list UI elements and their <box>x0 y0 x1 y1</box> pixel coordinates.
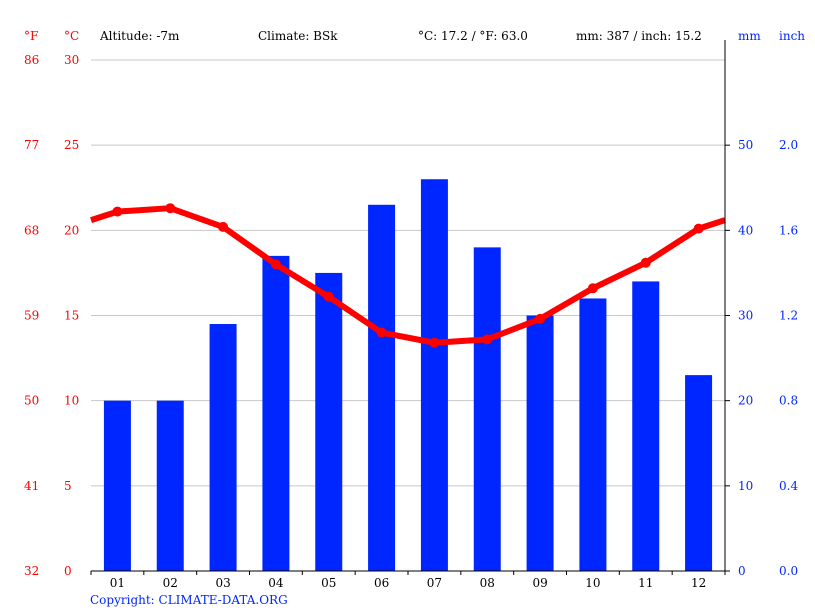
x-tick-label: 01 <box>110 576 125 590</box>
x-tick-label: 07 <box>427 576 442 590</box>
tick-label-f: 32 <box>24 564 39 578</box>
climate-label: Climate: BSk <box>258 29 338 43</box>
avg-temp-label: °C: 17.2 / °F: 63.0 <box>418 29 528 43</box>
temperature-point <box>535 313 546 324</box>
x-tick-label: 03 <box>215 576 230 590</box>
precip-bar <box>368 204 396 572</box>
precip-bar <box>315 272 343 571</box>
tick-label-inch: 1.2 <box>779 309 798 323</box>
precip-bar <box>473 247 501 571</box>
precip-bar <box>632 281 660 571</box>
unit-f-label: °F <box>24 29 38 43</box>
precip-bar <box>526 315 554 571</box>
tick-label-c: 10 <box>64 394 79 408</box>
tick-label-inch: 1.6 <box>779 223 798 237</box>
precip-total-label: mm: 387 / inch: 15.2 <box>576 29 702 43</box>
tick-label-inch: 0.0 <box>779 564 798 578</box>
x-tick-label: 10 <box>585 576 600 590</box>
x-tick-label: 09 <box>532 576 547 590</box>
precip-bar <box>685 375 713 571</box>
x-tick-label: 06 <box>374 576 389 590</box>
x-tick-label: 04 <box>268 576 284 590</box>
precip-bar <box>262 255 290 571</box>
temperature-point <box>270 259 281 270</box>
temperature-point <box>587 283 598 294</box>
unit-c-label: °C <box>64 29 79 43</box>
x-tick-label: 05 <box>321 576 336 590</box>
tick-label-f: 50 <box>24 394 39 408</box>
tick-label-mm: 20 <box>738 394 753 408</box>
precip-bar <box>209 324 237 571</box>
tick-label-f: 68 <box>24 223 39 237</box>
temperature-line <box>90 205 726 346</box>
x-tick-label: 11 <box>638 576 653 590</box>
tick-label-inch: 0.8 <box>779 394 798 408</box>
temperature-point <box>376 327 387 338</box>
temperature-point <box>482 334 493 345</box>
tick-label-mm: 40 <box>738 223 753 237</box>
temperature-point <box>218 221 229 232</box>
tick-label-c: 25 <box>64 138 79 152</box>
temperature-point <box>165 203 176 214</box>
temperature-point <box>429 337 440 348</box>
temperature-point <box>112 206 123 217</box>
tick-label-c: 5 <box>64 479 72 493</box>
tick-label-c: 20 <box>64 223 79 237</box>
copyright-link[interactable]: Copyright: CLIMATE-DATA.ORG <box>90 593 288 607</box>
tick-label-f: 77 <box>24 138 39 152</box>
unit-inch-label: inch <box>779 29 805 43</box>
x-tick-label: 12 <box>691 576 706 590</box>
tick-label-mm: 50 <box>738 138 753 152</box>
precip-bar <box>420 179 448 571</box>
tick-label-inch: 2.0 <box>779 138 798 152</box>
tick-label-f: 59 <box>24 309 39 323</box>
climate-chart: 0 32 5 41 10 50 15 59 20 68 25 77 30 86 0 0.0 10 0.4 20 0.8… <box>24 29 805 607</box>
altitude-label: Altitude: -7m <box>99 29 180 43</box>
tick-label-c: 30 <box>64 53 79 67</box>
tick-label-f: 41 <box>24 479 39 493</box>
tick-label-mm: 0 <box>738 564 746 578</box>
tick-label-f: 86 <box>24 53 39 67</box>
unit-mm-label: mm <box>738 29 761 43</box>
precip-bar <box>103 400 131 571</box>
tick-label-inch: 0.4 <box>779 479 798 493</box>
temperature-point <box>323 291 334 302</box>
x-tick-label: 02 <box>163 576 178 590</box>
tick-label-c: 15 <box>64 309 79 323</box>
tick-label-mm: 10 <box>738 479 753 493</box>
tick-label-mm: 30 <box>738 309 753 323</box>
tick-label-c: 0 <box>64 564 72 578</box>
precip-bar <box>579 298 607 571</box>
x-tick-label: 08 <box>480 576 495 590</box>
precip-bar <box>156 400 184 571</box>
temperature-point <box>693 223 704 234</box>
temperature-point <box>640 257 651 268</box>
